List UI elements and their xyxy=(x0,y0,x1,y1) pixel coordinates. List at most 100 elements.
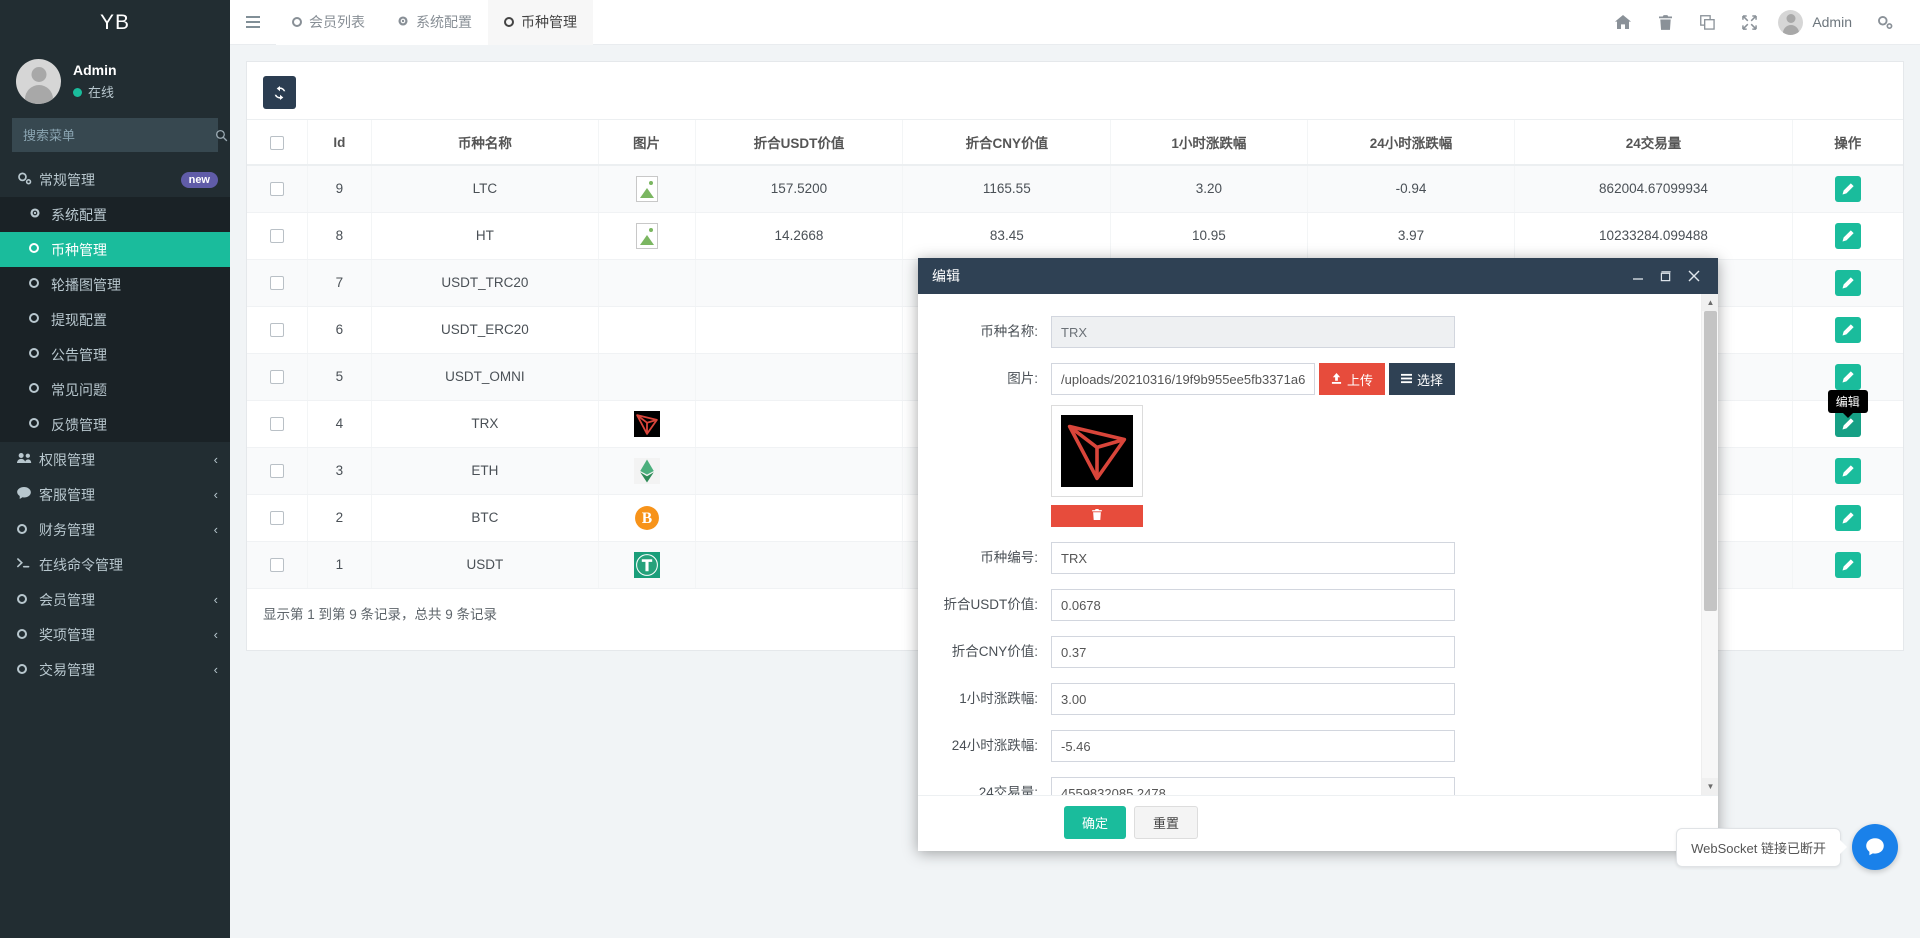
select-all-header xyxy=(247,120,307,166)
image-path-input[interactable] xyxy=(1051,363,1315,395)
sidebar-link-9[interactable]: 客服管理‹ xyxy=(0,477,230,512)
edit-row-button[interactable] xyxy=(1835,176,1861,202)
clone-icon[interactable] xyxy=(1686,0,1728,45)
sidebar-item-10[interactable]: 财务管理‹ xyxy=(0,512,230,547)
gear-icon xyxy=(397,14,409,30)
panel-toolbar xyxy=(247,62,1903,119)
usdt-input[interactable] xyxy=(1051,589,1455,621)
sidebar-item-3[interactable]: 轮播图管理 xyxy=(0,267,230,302)
sidebar-item-4[interactable]: 提现配置 xyxy=(0,302,230,337)
edit-row-button[interactable] xyxy=(1835,270,1861,296)
cell-name: HT xyxy=(372,212,598,259)
sidebar-item-13[interactable]: 奖项管理‹ xyxy=(0,617,230,652)
row-checkbox[interactable] xyxy=(270,229,284,243)
sidebar-item-label: 常规管理 xyxy=(39,170,181,190)
edit-row-button[interactable] xyxy=(1835,223,1861,249)
scroll-down-icon[interactable]: ▼ xyxy=(1702,778,1718,795)
sidebar-item-9[interactable]: 客服管理‹ xyxy=(0,477,230,512)
sidebar-item-6[interactable]: 常见问题 xyxy=(0,372,230,407)
maximize-icon[interactable] xyxy=(1652,259,1680,293)
vol-input[interactable] xyxy=(1051,777,1455,795)
tab-0[interactable]: 会员列表 xyxy=(276,0,381,45)
trash-icon[interactable] xyxy=(1644,0,1686,45)
row-checkbox[interactable] xyxy=(270,558,284,572)
select-all-checkbox[interactable] xyxy=(270,136,284,150)
edit-row-button[interactable] xyxy=(1835,317,1861,343)
sidebar-item-7[interactable]: 反馈管理 xyxy=(0,407,230,442)
row-checkbox[interactable] xyxy=(270,464,284,478)
app-root: YB Admin 在线 常规管理new系统配置币种管理轮播 xyxy=(0,0,1920,938)
row-checkbox[interactable] xyxy=(270,370,284,384)
sidebar-menu: 常规管理new系统配置币种管理轮播图管理提现配置公告管理常见问题反馈管理权限管理… xyxy=(0,162,230,687)
chevron-left-icon: ‹ xyxy=(214,627,218,642)
delete-image-button[interactable] xyxy=(1051,505,1143,527)
hamburger-icon[interactable] xyxy=(230,0,276,45)
scroll-up-icon[interactable]: ▲ xyxy=(1702,294,1718,311)
sidebar-link-2[interactable]: 币种管理 xyxy=(0,232,230,267)
h24-input[interactable] xyxy=(1051,730,1455,762)
cell-cny: 83.45 xyxy=(903,212,1111,259)
reset-button[interactable]: 重置 xyxy=(1134,806,1198,839)
sidebar-link-8[interactable]: 权限管理‹ xyxy=(0,442,230,477)
minimize-icon[interactable] xyxy=(1624,259,1652,293)
sidebar-item-0[interactable]: 常规管理new xyxy=(0,162,230,197)
cny-input[interactable] xyxy=(1051,636,1455,668)
edit-row-button[interactable] xyxy=(1835,505,1861,531)
row-checkbox[interactable] xyxy=(270,182,284,196)
sidebar-link-5[interactable]: 公告管理 xyxy=(0,337,230,372)
row-checkbox[interactable] xyxy=(270,511,284,525)
sidebar-badge-new: new xyxy=(181,172,218,188)
sidebar-link-14[interactable]: 交易管理‹ xyxy=(0,652,230,687)
home-icon[interactable] xyxy=(1602,0,1644,45)
sidebar-link-4[interactable]: 提现配置 xyxy=(0,302,230,337)
sidebar-link-1[interactable]: 系统配置 xyxy=(0,197,230,232)
row-checkbox[interactable] xyxy=(270,323,284,337)
row-checkbox[interactable] xyxy=(270,276,284,290)
sidebar-link-12[interactable]: 会员管理‹ xyxy=(0,582,230,617)
edit-row-button[interactable] xyxy=(1835,364,1861,390)
gears-icon[interactable] xyxy=(1864,0,1906,45)
search-icon[interactable] xyxy=(209,119,230,151)
sidebar-link-11[interactable]: 在线命令管理 xyxy=(0,547,230,582)
coin-code-input[interactable] xyxy=(1051,542,1455,574)
sidebar-link-13[interactable]: 奖项管理‹ xyxy=(0,617,230,652)
choose-button[interactable]: 选择 xyxy=(1389,363,1455,395)
sidebar-link-3[interactable]: 轮播图管理 xyxy=(0,267,230,302)
tab-1[interactable]: 系统配置 xyxy=(381,0,488,45)
h1-input[interactable] xyxy=(1051,683,1455,715)
confirm-button[interactable]: 确定 xyxy=(1064,806,1126,839)
scroll-thumb[interactable] xyxy=(1704,311,1717,611)
sidebar-link-0[interactable]: 常规管理new xyxy=(0,162,230,197)
cell-id: 2 xyxy=(307,494,372,541)
sidebar-item-5[interactable]: 公告管理 xyxy=(0,337,230,372)
sidebar-item-11[interactable]: 在线命令管理 xyxy=(0,547,230,582)
refresh-button[interactable] xyxy=(263,76,296,109)
topbar-user[interactable]: Admin xyxy=(1770,10,1864,35)
sidebar-link-10[interactable]: 财务管理‹ xyxy=(0,512,230,547)
sidebar-item-8[interactable]: 权限管理‹ xyxy=(0,442,230,477)
h24-label: 24小时涨跌幅: xyxy=(918,730,1051,762)
edit-row-button[interactable] xyxy=(1835,552,1861,578)
fullscreen-icon[interactable] xyxy=(1728,0,1770,45)
cell-cny: 1165.55 xyxy=(903,165,1111,212)
brand-logo[interactable]: YB xyxy=(0,0,230,45)
row-checkbox[interactable] xyxy=(270,417,284,431)
chat-button[interactable] xyxy=(1852,824,1898,870)
tab-2[interactable]: 币种管理 xyxy=(488,0,593,45)
upload-button[interactable]: 上传 xyxy=(1319,363,1385,395)
sidebar-item-14[interactable]: 交易管理‹ xyxy=(0,652,230,687)
edit-row-button[interactable] xyxy=(1835,458,1861,484)
sidebar-item-1[interactable]: 系统配置 xyxy=(0,197,230,232)
sidebar-item-12[interactable]: 会员管理‹ xyxy=(0,582,230,617)
h1-label: 1小时涨跌幅: xyxy=(918,683,1051,715)
coin-name-input[interactable] xyxy=(1051,316,1455,348)
sidebar-link-6[interactable]: 常见问题 xyxy=(0,372,230,407)
search-input[interactable] xyxy=(13,128,209,143)
close-icon[interactable] xyxy=(1680,259,1708,293)
table-row[interactable]: 8HT14.266883.4510.953.9710233284.099488 xyxy=(247,212,1903,259)
modal-scrollbar[interactable]: ▲ ▼ xyxy=(1701,294,1718,795)
table-row[interactable]: 9LTC157.52001165.553.20-0.94862004.67099… xyxy=(247,165,1903,212)
sidebar-link-7[interactable]: 反馈管理 xyxy=(0,407,230,442)
sidebar-item-2[interactable]: 币种管理 xyxy=(0,232,230,267)
cell-image xyxy=(598,306,695,353)
